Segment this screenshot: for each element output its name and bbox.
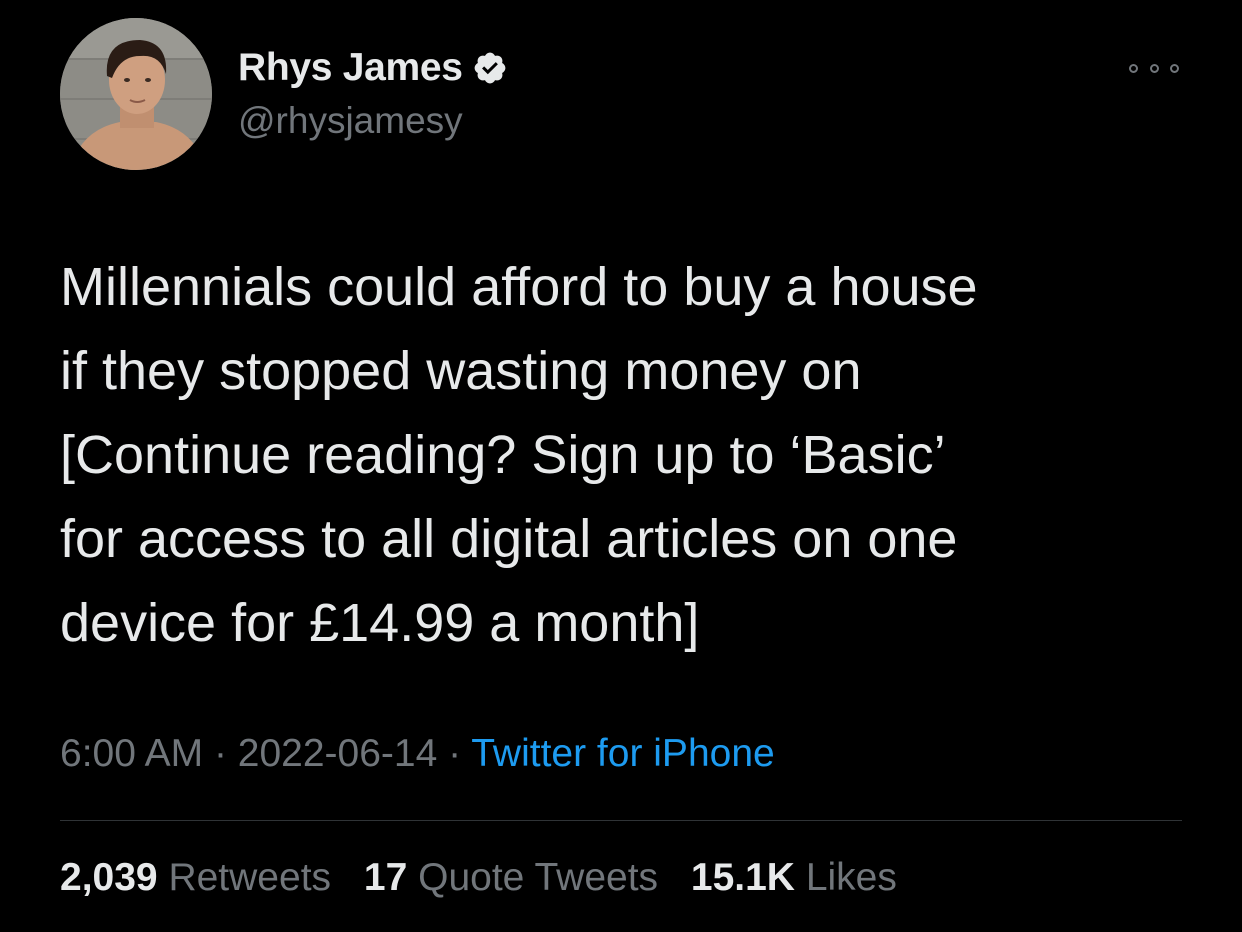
more-dot [1170, 63, 1179, 73]
divider [60, 820, 1182, 821]
verified-badge-icon [472, 50, 508, 86]
meta-separator: · [213, 732, 238, 775]
tweet-meta: 6:00 AM · 2022-06-14 · Twitter for iPhon… [60, 732, 775, 776]
tweet-text-line: if they stopped wasting money on [60, 341, 862, 401]
avatar[interactable] [60, 18, 212, 170]
likes-count: 15.1K [690, 856, 795, 899]
tweet-stats: 2,039 Retweets 17 Quote Tweets 15.1K Lik… [60, 856, 919, 900]
tweet-text-line: [Continue reading? Sign up to ‘Basic’ [60, 425, 946, 485]
author-handle[interactable]: @rhysjamesy [238, 100, 463, 142]
likes-stat[interactable]: 15.1K Likes [691, 856, 897, 899]
avatar-image [60, 18, 212, 170]
meta-separator: · [448, 732, 472, 775]
tweet-date[interactable]: 2022-06-14 [238, 732, 438, 775]
retweets-label: Retweets [168, 856, 332, 899]
quote-tweets-stat[interactable]: 17 Quote Tweets [364, 856, 658, 899]
more-dot [1129, 63, 1138, 73]
quote-tweets-count: 17 [363, 856, 408, 899]
tweet-text-line: for access to all digital articles on on… [60, 509, 958, 569]
author-name-row[interactable]: Rhys James [238, 44, 508, 92]
tweet-text-line: Millennials could afford to buy a house [60, 257, 978, 317]
retweets-count: 2,039 [60, 856, 158, 899]
retweets-stat[interactable]: 2,039 Retweets [60, 856, 331, 899]
tweet-text-line: device for £14.99 a month] [60, 593, 700, 653]
tweet-source-link[interactable]: Twitter for iPhone [471, 732, 774, 775]
more-horizontal-icon[interactable] [1129, 54, 1179, 82]
author-display-name[interactable]: Rhys James [238, 46, 463, 90]
more-dot [1149, 63, 1159, 73]
quote-tweets-label: Quote Tweets [418, 856, 659, 899]
tweet-card: Rhys James @rhysjamesy Millennials could… [0, 0, 1242, 932]
tweet-time[interactable]: 6:00 AM [60, 732, 203, 775]
tweet-text: Millennials could afford to buy a house … [60, 245, 1190, 665]
likes-label: Likes [805, 856, 897, 899]
